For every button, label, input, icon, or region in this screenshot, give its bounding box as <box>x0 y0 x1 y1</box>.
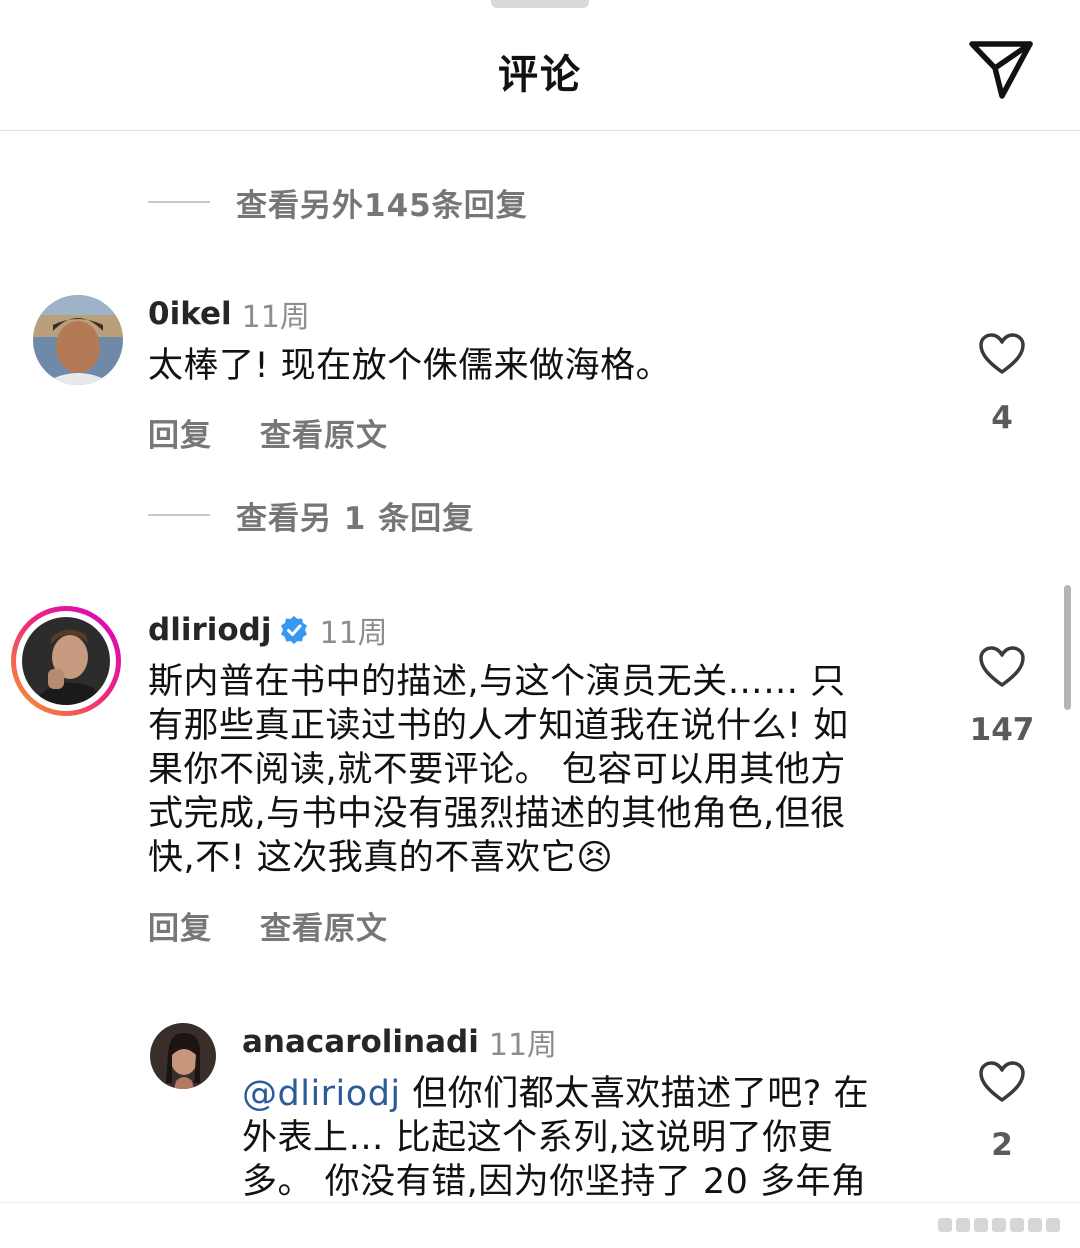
comment-actions: 回复 查看原文 <box>148 903 388 948</box>
mention-link[interactable]: @dliriodj <box>242 1074 401 1114</box>
see-translation-button[interactable]: 查看原文 <box>260 903 388 948</box>
page-title: 评论 <box>498 52 582 98</box>
header-divider <box>0 130 1080 131</box>
comment-actions: 回复 查看原文 <box>148 410 388 455</box>
comment-time: 11周 <box>319 616 388 651</box>
heart-icon[interactable] <box>978 1060 1026 1104</box>
reply-button[interactable]: 回复 <box>148 903 212 948</box>
comment-line: 有那些真正读过书的人才知道我在说什么! 如 <box>148 706 849 746</box>
see-translation-button[interactable]: 查看原文 <box>260 410 388 455</box>
comment-time: 11周 <box>488 1028 558 1063</box>
comment-line: 外表上… 比起这个系列,这说明了你更 <box>242 1118 834 1158</box>
like-count: 2 <box>991 1127 1013 1163</box>
scrollbar[interactable] <box>1064 585 1071 710</box>
comments-sheet: 评论 查看另外145条回复 0ikel 11周 太棒了! 现在放个侏儒来做海格。… <box>0 0 1080 1248</box>
heart-icon[interactable] <box>978 332 1026 376</box>
avatar <box>22 617 110 705</box>
username[interactable]: dliriodj <box>148 612 271 648</box>
comment-text: @dliriodj 但你们都太喜欢描述了吧? 在 外表上… 比起这个系列,这说明… <box>242 1072 922 1204</box>
comment-line: 果你不阅读,就不要评论。 包容可以用其他方 <box>148 750 846 790</box>
paper-plane-icon[interactable] <box>968 38 1034 100</box>
comment-line: 斯内普在书中的描述,与这个演员无关…… 只 <box>148 662 846 702</box>
reply-divider-line <box>148 514 210 516</box>
heart-icon[interactable] <box>978 645 1026 689</box>
reply-divider-line <box>148 201 210 203</box>
comment-header: anacarolinadi 11周 <box>242 1020 557 1064</box>
comment-header: 0ikel 11周 <box>148 292 310 336</box>
like-count: 147 <box>969 712 1035 748</box>
view-more-replies-button[interactable]: 查看另外145条回复 <box>148 180 528 224</box>
comment-line-text: 但你们都太喜欢描述了吧? 在 <box>400 1074 869 1114</box>
avatar[interactable] <box>150 1023 216 1089</box>
view-replies-label: 查看另外145条回复 <box>236 187 528 224</box>
view-more-replies-button[interactable]: 查看另 1 条回复 <box>148 493 474 537</box>
verified-badge-icon <box>281 616 308 644</box>
like-count: 4 <box>991 400 1013 436</box>
avatar[interactable] <box>33 295 123 385</box>
username[interactable]: anacarolinadi <box>242 1024 479 1060</box>
bottom-strip <box>0 1202 1080 1248</box>
watermark-logo <box>938 1218 1060 1232</box>
comment-line: @dliriodj 但你们都太喜欢描述了吧? 在 <box>242 1072 922 1116</box>
comment-text: 太棒了! 现在放个侏儒来做海格。 <box>148 346 672 386</box>
comment-line: 快,不! 这次我真的不喜欢它😣 <box>148 836 928 880</box>
view-replies-label: 查看另 1 条回复 <box>236 500 475 537</box>
comment-text: 斯内普在书中的描述,与这个演员无关…… 只 有那些真正读过书的人才知道我在说什么… <box>148 660 928 880</box>
comment-line: 多。 你没有错,因为你坚持了 20 多年角 <box>242 1162 867 1202</box>
comment-line-text: 快,不! 这次我真的不喜欢它 <box>148 838 577 878</box>
avatar-story-ring[interactable] <box>11 606 121 716</box>
comment-line: 式完成,与书中没有强烈描述的其他角色,但很 <box>148 794 846 834</box>
persevering-face-emoji: 😣 <box>576 838 614 878</box>
reply-button[interactable]: 回复 <box>148 410 212 455</box>
username[interactable]: 0ikel <box>148 296 232 332</box>
sheet-grabber[interactable] <box>491 0 589 8</box>
comment-header: dliriodj 11周 <box>148 608 388 652</box>
comment-time: 11周 <box>241 300 310 335</box>
